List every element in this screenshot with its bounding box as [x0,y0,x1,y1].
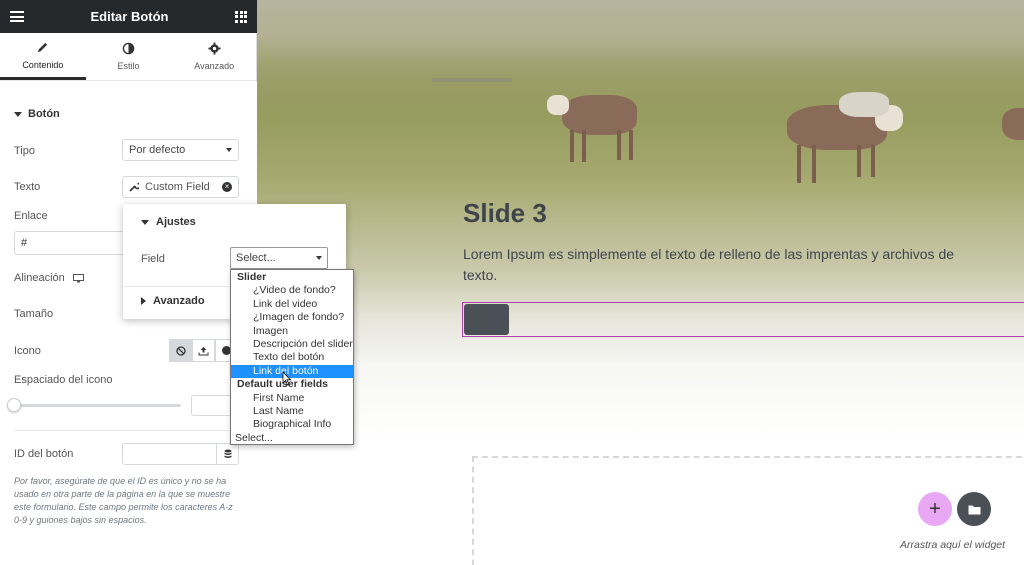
alineacion-label-row: Alineación [14,272,84,284]
section-toggle-boton[interactable]: Botón [14,108,60,120]
icon-choice-group [169,339,238,362]
menu-icon[interactable] [10,11,24,22]
chevron-down-icon [316,256,322,260]
ajustes-label: Ajustes [156,216,196,228]
option-item[interactable]: Select... [231,432,353,445]
gear-icon [208,42,221,55]
option-item[interactable]: ¿Video de fondo? [231,284,353,297]
optgroup-label: Default user fields [237,378,329,391]
caret-down-icon [14,111,22,117]
tipo-value: Por defecto [129,144,186,156]
espaciado-label: Espaciado del icono [14,374,113,386]
plus-icon: + [929,497,941,520]
avanzado-label: Avanzado [153,295,205,307]
distant-buildings [432,78,512,82]
icon-none-button[interactable] [169,339,192,362]
tab-estilo[interactable]: Estilo [86,33,172,80]
panel-title: Editar Botón [90,9,169,24]
tamano-label: Tamaño [14,308,54,320]
id-help-text: Por favor, asegúrate de que el ID es úni… [14,476,233,525]
wrench-icon [129,182,139,192]
database-icon [224,449,231,458]
espaciado-slider-handle[interactable] [7,398,21,412]
id-label: ID del botón [14,448,74,460]
field-options-list: Slider ¿Video de fondo? Link del video ¿… [230,269,354,445]
tipo-select[interactable]: Por defecto [122,139,239,161]
tab-label: Estilo [117,61,140,71]
tab-avanzado[interactable]: Avanzado [171,33,257,80]
widgets-grid-icon[interactable] [235,10,247,23]
preview-canvas: Slide 3 Lorem Ipsum es simplemente el te… [257,0,1024,565]
option-item[interactable]: ¿Imagen de fondo? [231,311,353,324]
enlace-label: Enlace [14,210,48,222]
remove-tag-icon[interactable]: × [222,182,232,192]
option-item[interactable]: Last Name [231,405,353,418]
panel-header: Editar Botón [0,0,257,33]
folder-icon [968,505,980,514]
add-template-button[interactable] [957,492,991,526]
panel-tabs: Contenido Estilo Avanzado [0,33,257,81]
slide-heading[interactable]: Slide 3 [463,198,547,229]
espaciado-slider-track[interactable] [14,404,181,407]
tab-label: Avanzado [194,61,235,71]
chevron-down-icon [226,148,232,152]
caret-down-icon [141,219,149,225]
avanzado-toggle[interactable]: Avanzado [141,295,205,307]
alineacion-label: Alineación [14,272,65,284]
drag-widget-hint: Arrastra aquí el widget [900,539,1006,551]
selected-widget-outline [462,302,1024,337]
pencil-icon [38,42,48,52]
divider [14,430,239,431]
ban-icon [175,345,186,356]
field-select-value: Select... [236,252,276,264]
slide-description[interactable]: Lorem Ipsum es simplemente el texto de r… [463,244,983,286]
panel-body: Botón Tipo Por defecto Texto Custom Fiel… [0,82,257,565]
dynamic-tags-button[interactable] [216,444,238,464]
option-item-highlighted[interactable]: Link del botón [231,364,353,379]
id-input[interactable] [122,443,239,465]
mouse-cursor-icon [282,371,292,386]
option-item[interactable]: Descripción del slider [231,338,353,351]
option-item[interactable]: Imagen [231,325,353,338]
tipo-label: Tipo [14,145,35,157]
tab-contenido[interactable]: Contenido [0,33,86,80]
ajustes-toggle[interactable]: Ajustes [141,216,196,228]
texto-label: Texto [14,181,41,193]
icono-label: Icono [14,345,41,357]
field-label: Field [141,253,165,265]
add-section-button[interactable]: + [918,492,952,526]
option-item[interactable]: Link del video [231,298,353,311]
option-item[interactable]: Texto del botón [231,351,353,364]
upload-icon [198,346,209,355]
caret-right-icon [141,297,146,305]
optgroup-label: Slider [237,271,267,283]
icon-upload-button[interactable] [192,339,215,362]
contrast-icon [122,42,135,55]
slide-button[interactable] [464,304,509,335]
texto-dynamic-tag[interactable]: Custom Field × [122,176,239,198]
section-title: Botón [28,108,60,120]
slide-background: Slide 3 Lorem Ipsum es simplemente el te… [257,0,1024,445]
option-item[interactable]: Biographical Info [231,418,353,431]
field-select[interactable]: Select... [230,247,328,269]
desktop-icon[interactable] [72,273,84,283]
option-item[interactable]: First Name [231,392,353,405]
tab-label: Contenido [22,59,64,70]
texto-value: Custom Field [145,181,210,193]
